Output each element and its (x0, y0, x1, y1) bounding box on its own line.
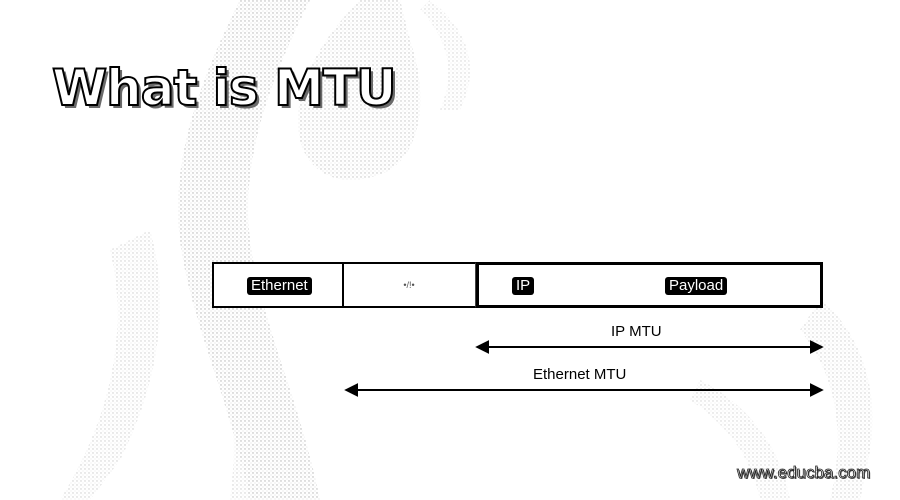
mtu-arrows (344, 340, 824, 397)
ethernet-mtu-label: Ethernet MTU (533, 366, 627, 383)
watermark: www.educba.com (737, 463, 871, 483)
ip-mtu-label: IP MTU (611, 323, 662, 340)
